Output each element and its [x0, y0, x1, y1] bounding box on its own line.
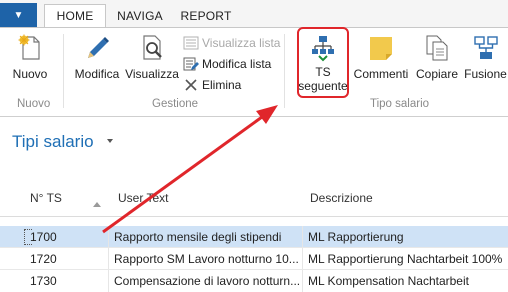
view-document-icon — [143, 35, 162, 60]
commenti-label: Commenti — [353, 67, 409, 81]
comment-note-icon — [370, 37, 392, 60]
table-row[interactable]: 1720 Rapporto SM Lavoro notturno 10... M… — [0, 248, 508, 270]
delete-x-icon — [185, 79, 197, 91]
cell-n-ts: 1700 — [30, 230, 57, 244]
cell-divider — [302, 270, 303, 292]
column-header-descrizione[interactable]: Descrizione — [310, 191, 373, 205]
sort-ascending-icon — [93, 202, 101, 207]
cell-descrizione: ML Kompensation Nachtarbeit — [308, 274, 469, 288]
visualizza-button[interactable]: Visualizza — [124, 34, 180, 81]
annotation-highlight-box — [297, 27, 349, 98]
app-menu-button[interactable]: ▼ — [0, 3, 37, 27]
cell-divider — [108, 248, 109, 270]
title-dropdown-caret-icon[interactable] — [107, 139, 113, 143]
cell-divider — [302, 226, 303, 248]
elimina-button[interactable]: Elimina — [183, 77, 241, 93]
tab-naviga[interactable]: NAVIGA — [110, 4, 170, 27]
cell-user-text: Rapporto SM Lavoro notturno 10... — [114, 252, 299, 266]
group-separator — [63, 34, 64, 108]
elimina-label: Elimina — [202, 78, 242, 92]
group-label-tipo-salario: Tipo salario — [370, 98, 430, 110]
fusione-button[interactable]: Fusione — [463, 34, 508, 81]
nuovo-button[interactable]: Nuovo — [5, 34, 55, 81]
chevron-down-icon: ▼ — [13, 9, 24, 21]
copiare-button[interactable]: Copiare — [414, 34, 460, 81]
cell-descrizione: ML Rapportierung Nachtarbeit 100% — [308, 252, 503, 266]
cell-n-ts: 1720 — [30, 252, 57, 266]
commenti-button[interactable]: Commenti — [352, 34, 410, 81]
cell-descrizione: ML Rapportierung — [308, 230, 404, 244]
column-header-n-ts[interactable]: N° TS — [30, 191, 62, 205]
new-document-icon — [18, 34, 40, 60]
visualizza-label: Visualizza — [125, 67, 179, 81]
table-row[interactable]: 1730 Compensazione di lavoro notturn... … — [0, 270, 508, 292]
cell-divider — [302, 248, 303, 270]
group-separator — [284, 34, 285, 108]
merge-icon — [473, 36, 498, 59]
page-title: Tipi salario — [12, 132, 94, 151]
cell-user-text: Rapporto mensile degli stipendi — [114, 230, 282, 244]
modifica-label: Modifica — [74, 67, 120, 81]
visualizza-lista-button[interactable]: Visualizza lista — [183, 35, 280, 51]
pencil-icon — [88, 37, 109, 58]
list-view-icon — [183, 36, 199, 50]
cell-divider — [108, 226, 109, 248]
modifica-lista-button[interactable]: Modifica lista — [183, 56, 271, 72]
modifica-button[interactable]: Modifica — [71, 34, 123, 81]
fusione-label: Fusione — [464, 67, 507, 81]
modifica-lista-label: Modifica lista — [202, 57, 272, 71]
tab-home[interactable]: HOME — [44, 4, 106, 27]
visualizza-lista-label: Visualizza lista — [202, 36, 281, 50]
copiare-label: Copiare — [415, 67, 459, 81]
nuovo-label: Nuovo — [12, 67, 48, 81]
cell-user-text: Compensazione di lavoro notturn... — [114, 274, 300, 288]
cell-n-ts: 1730 — [30, 274, 57, 288]
cell-divider — [108, 270, 109, 292]
tab-report[interactable]: REPORT — [176, 4, 236, 27]
header-divider — [0, 216, 508, 217]
group-label-nuovo: Nuovo — [17, 98, 51, 110]
column-header-user-text[interactable]: User Text — [118, 191, 168, 205]
edit-list-icon — [183, 57, 199, 71]
copy-document-icon — [426, 35, 448, 61]
ribbon: Nuovo Nuovo Modifica Visualizza Visualiz… — [0, 27, 508, 117]
table-row[interactable]: 1700 Rapporto mensile degli stipendi ML … — [0, 226, 508, 248]
ribbon-tab-bar: ▼ HOME NAVIGA REPORT — [0, 0, 508, 27]
group-label-gestione: Gestione — [152, 98, 199, 110]
